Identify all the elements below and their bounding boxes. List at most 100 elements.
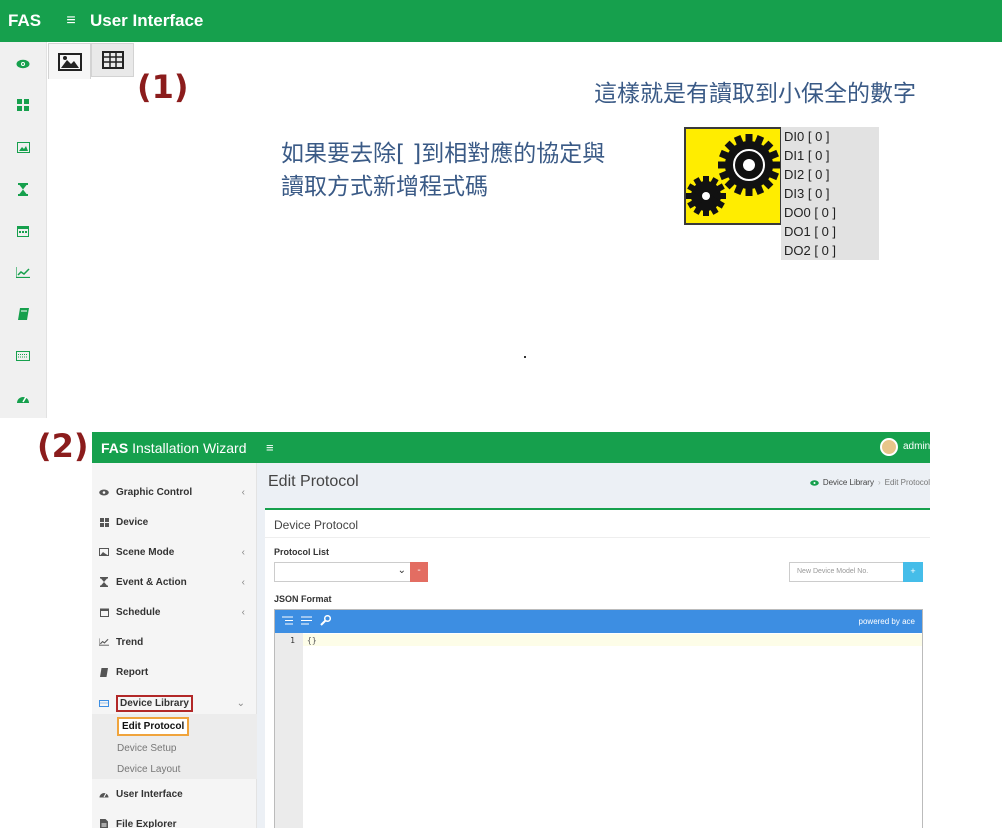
sidebar-item-label: Graphic Control bbox=[116, 486, 193, 498]
io-item: DI1 [ 0 ] bbox=[784, 148, 830, 163]
page-title: User Interface bbox=[90, 11, 204, 30]
menu-toggle-icon[interactable]: ≡ bbox=[54, 12, 88, 30]
line-number: 1 bbox=[290, 636, 295, 645]
sidebar-item-label: Scene Mode bbox=[116, 546, 175, 558]
sidebar-item-schedule[interactable]: Schedule ‹ bbox=[92, 601, 257, 623]
wizard-main: Edit Protocol Device Library › Edit Prot… bbox=[257, 463, 930, 828]
sidebar-item-label: User Interface bbox=[116, 788, 183, 800]
calendar-icon bbox=[99, 608, 109, 617]
add-model-button[interactable]: + bbox=[903, 562, 923, 582]
io-item: DO0 [ 0 ] bbox=[784, 205, 837, 220]
app-brand[interactable]: FAS bbox=[8, 11, 54, 31]
sidebar-item-label: Trend bbox=[116, 636, 144, 648]
io-item: DO2 [ 0 ] bbox=[784, 243, 837, 258]
table-icon bbox=[101, 51, 124, 69]
menu-toggle-icon[interactable]: ≡ bbox=[266, 440, 274, 455]
gear-widget[interactable] bbox=[684, 127, 782, 225]
breadcrumb-current: Edit Protocol bbox=[884, 478, 930, 487]
image-icon[interactable] bbox=[15, 140, 31, 154]
chevron-down-icon: ⌄ bbox=[236, 697, 245, 709]
chart-line-icon bbox=[99, 638, 109, 647]
submenu-edit-protocol[interactable]: Edit Protocol bbox=[117, 717, 190, 736]
grid-icon[interactable] bbox=[15, 98, 31, 112]
sidebar-item-label: Device Library bbox=[116, 694, 193, 712]
eye-icon[interactable] bbox=[15, 57, 31, 71]
gears-icon bbox=[686, 134, 780, 216]
powered-by-label[interactable]: powered by ace bbox=[859, 617, 915, 626]
editor-code[interactable]: {} bbox=[307, 636, 317, 645]
sidebar-item-user-interface[interactable]: User Interface bbox=[92, 783, 257, 805]
editor-toolbar: powered by ace bbox=[275, 610, 922, 633]
sidebar-item-label: File Explorer bbox=[116, 818, 177, 828]
avatar[interactable] bbox=[880, 438, 898, 456]
compact-icon[interactable] bbox=[300, 614, 312, 626]
io-item: DI2 [ 0 ] bbox=[784, 167, 830, 182]
wizard-brand-suffix: Installation Wizard bbox=[132, 439, 247, 456]
delete-protocol-button[interactable]: - bbox=[410, 562, 428, 582]
table-mode-button[interactable] bbox=[91, 43, 134, 77]
json-editor[interactable]: powered by ace 1 {} bbox=[274, 609, 923, 828]
annotation-mid-line2: 讀取方式新增程式碼 bbox=[281, 174, 488, 200]
sidebar-item-device[interactable]: Device bbox=[92, 511, 257, 533]
io-item: DI3 [ 0 ] bbox=[784, 186, 830, 201]
wizard-sidebar: Graphic Control ‹ Device Scene Mode ‹ Ev… bbox=[92, 463, 257, 828]
sidebar-item-graphic-control[interactable]: Graphic Control ‹ bbox=[92, 481, 257, 503]
wizard-brand-prefix: FAS bbox=[101, 439, 129, 456]
chevron-down-icon: ⌄ bbox=[397, 565, 406, 576]
sidebar-item-trend[interactable]: Trend bbox=[92, 631, 257, 653]
active-line bbox=[303, 634, 922, 646]
step-label-1: (1) bbox=[137, 68, 189, 106]
page-title: Edit Protocol bbox=[268, 473, 359, 490]
editor-toolbar bbox=[48, 43, 134, 79]
keyboard-icon bbox=[99, 699, 109, 708]
keyboard-icon[interactable] bbox=[15, 349, 31, 363]
protocol-select[interactable]: ⌄ bbox=[274, 562, 411, 582]
calendar-icon[interactable] bbox=[15, 224, 31, 238]
submenu-device-setup[interactable]: Device Setup bbox=[117, 743, 176, 754]
wizard-navbar: FAS Installation Wizard ≡ admin bbox=[92, 432, 930, 463]
submenu-device-layout[interactable]: Device Layout bbox=[117, 764, 180, 775]
io-item: DO1 [ 0 ] bbox=[784, 224, 837, 239]
sidebar-item-label: Report bbox=[116, 666, 149, 678]
wrench-icon[interactable] bbox=[319, 614, 331, 626]
step-label-2: (2) bbox=[37, 427, 89, 465]
editor-gutter: 1 bbox=[275, 633, 303, 828]
json-format-label: JSON Format bbox=[274, 594, 332, 604]
sidebar-item-label: Schedule bbox=[116, 606, 161, 618]
image-icon bbox=[57, 52, 82, 71]
divider bbox=[265, 537, 930, 538]
eye-icon bbox=[99, 488, 109, 497]
device-protocol-box: Device Protocol Protocol List ⌄ - New De… bbox=[265, 508, 930, 828]
top-navbar: FAS ≡ User Interface bbox=[0, 0, 1002, 42]
sidebar-item-file-explorer[interactable]: File Explorer bbox=[92, 813, 257, 828]
sidebar-item-label: Device bbox=[116, 516, 149, 528]
sidebar-item-label: Event & Action bbox=[116, 576, 187, 588]
annotation-mid: 如果要去除[ ]到相對應的協定與 讀取方式新增程式碼 bbox=[281, 138, 605, 204]
sidebar-item-scene-mode[interactable]: Scene Mode ‹ bbox=[92, 541, 257, 563]
sidebar-item-report[interactable]: Report bbox=[92, 661, 257, 683]
chevron-left-icon: ‹ bbox=[241, 486, 245, 498]
sidebar-item-event-action[interactable]: Event & Action ‹ bbox=[92, 571, 257, 593]
chart-line-icon[interactable] bbox=[15, 265, 31, 279]
annotation-mid-line1: 如果要去除[ ]到相對應的協定與 bbox=[281, 141, 606, 167]
chevron-left-icon: ‹ bbox=[241, 606, 245, 618]
io-item: DI0 [ 0 ] bbox=[784, 129, 830, 144]
image-mode-button[interactable] bbox=[48, 43, 91, 79]
book-icon bbox=[99, 667, 109, 677]
sidebar-item-device-library[interactable]: Device Library ⌄ bbox=[92, 692, 257, 714]
protocol-list-label: Protocol List bbox=[274, 547, 330, 557]
sidebar-icons bbox=[0, 42, 47, 418]
breadcrumb-parent[interactable]: Device Library bbox=[823, 478, 874, 487]
stray-dot bbox=[524, 356, 526, 358]
eye-icon bbox=[810, 479, 819, 486]
wizard-brand[interactable]: FAS Installation Wizard bbox=[92, 440, 256, 456]
book-icon[interactable] bbox=[15, 307, 31, 321]
hourglass-icon[interactable] bbox=[15, 182, 31, 196]
page: FAS ≡ User Interface (1) 這樣就是有讀取到小保全的數字 … bbox=[0, 0, 1002, 828]
format-icon[interactable] bbox=[281, 614, 293, 626]
new-model-input[interactable]: New Device Model No. bbox=[789, 562, 904, 582]
dashboard-icon bbox=[99, 790, 109, 799]
user-name[interactable]: admin bbox=[903, 441, 930, 452]
file-icon bbox=[99, 819, 109, 828]
dashboard-icon[interactable] bbox=[15, 391, 31, 405]
